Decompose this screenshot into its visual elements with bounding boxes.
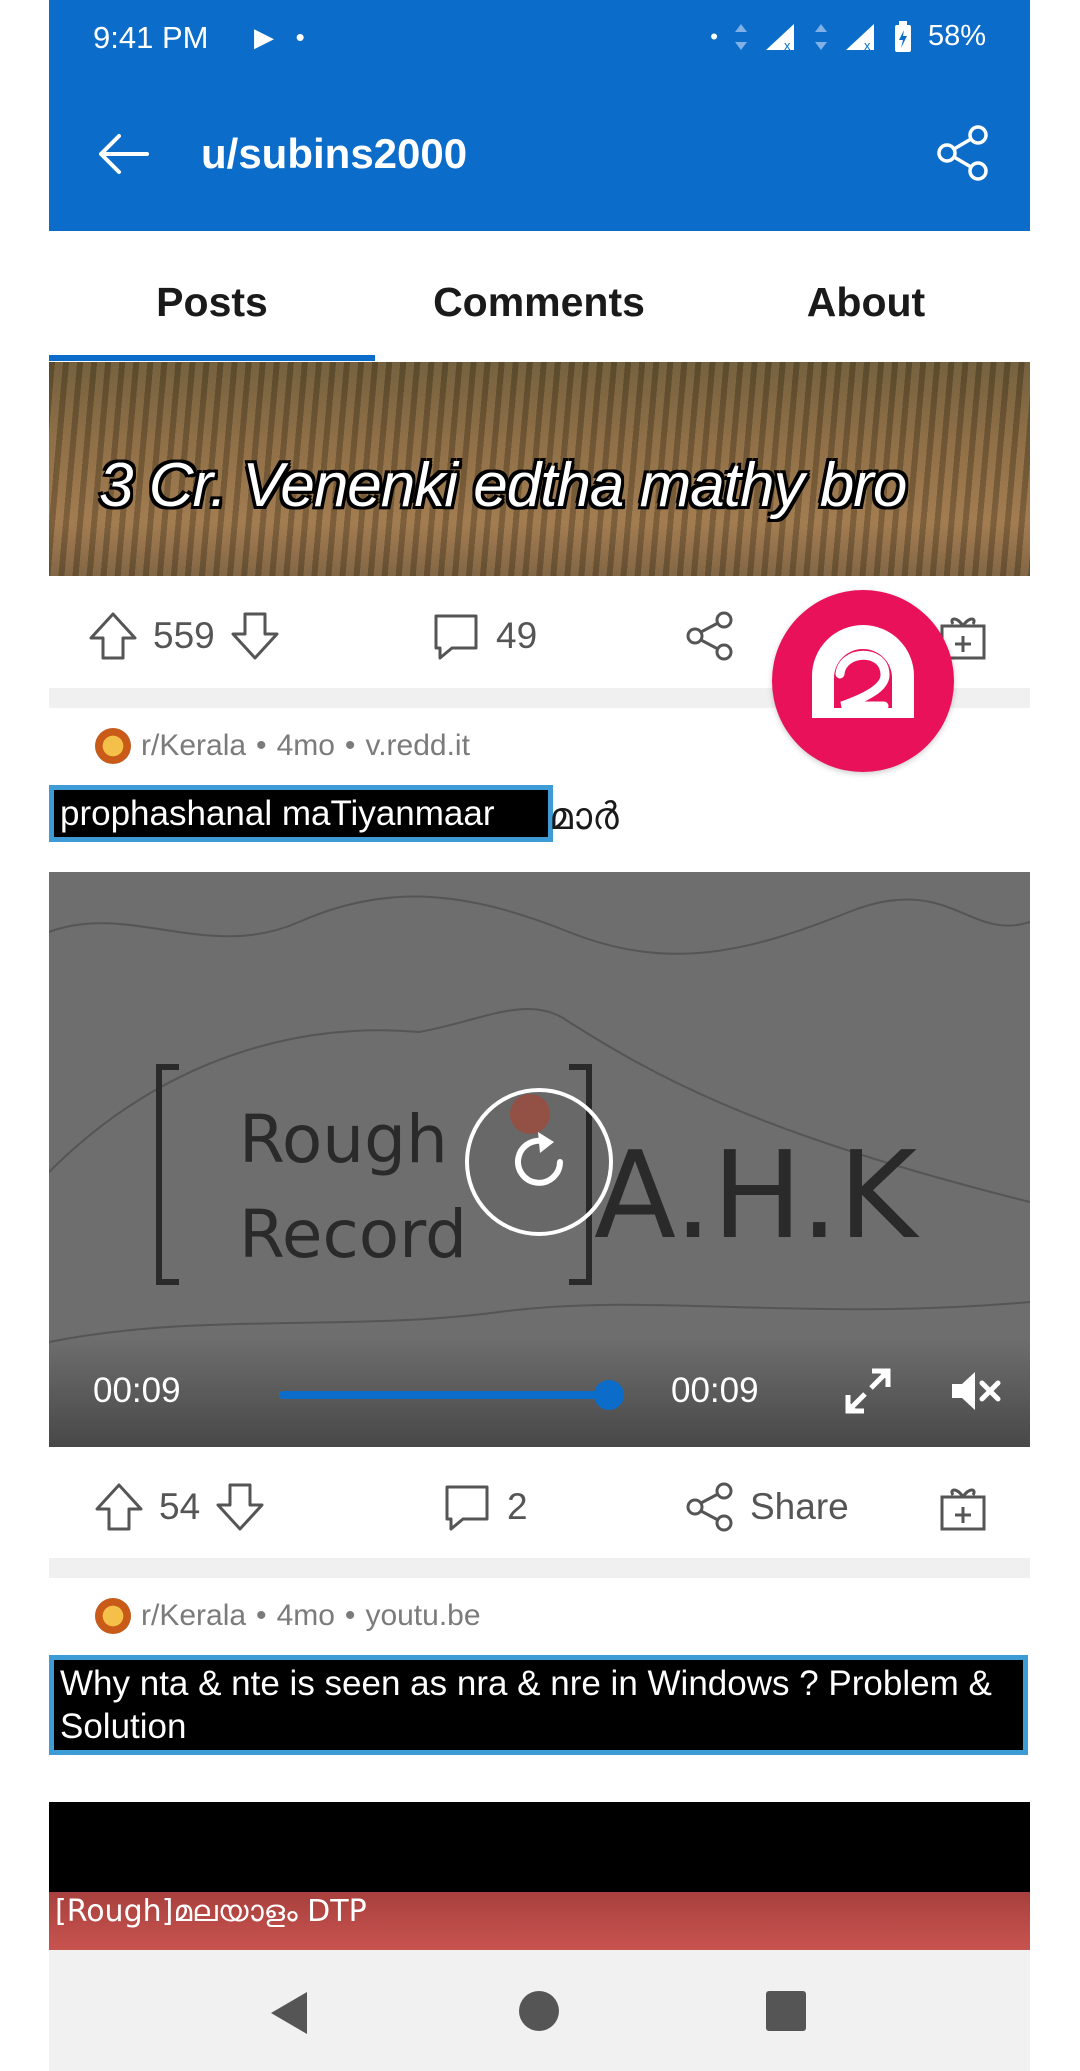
svg-text:x: x: [784, 38, 791, 52]
app-bar: u/subins2000: [49, 80, 1030, 231]
page-title: u/subins2000: [201, 130, 468, 177]
thumbnail-caption: 3 Cr. Venenki edtha mathy bro: [99, 451, 907, 520]
duration-time: 00:09: [671, 1371, 759, 1410]
post-age: 4mo: [276, 729, 335, 762]
video-controls: 00:09 00:09: [49, 1337, 1030, 1447]
comment-icon: [434, 614, 478, 660]
system-nav-bar: [49, 1950, 1030, 2071]
app-frame: 9:41 PM ▶ • • x x 58% u/subins2000 Posts…: [49, 0, 1030, 2071]
data-arrows-icon: [734, 23, 747, 50]
status-right: • x x 58%: [710, 20, 986, 53]
post-thumbnail[interactable]: [Rough]മലയാളം DTP: [49, 1802, 1030, 1950]
subreddit-avatar[interactable]: [95, 1598, 131, 1634]
upvote-count: 54: [159, 1486, 201, 1527]
comments-button[interactable]: 49: [430, 610, 537, 662]
status-time: 9:41 PM: [93, 20, 209, 55]
floating-app-badge[interactable]: [772, 590, 954, 772]
post-separator: [49, 1558, 1030, 1578]
watermark-line1: Rough: [239, 1101, 448, 1178]
share-icon[interactable]: [934, 124, 992, 182]
nav-back-icon[interactable]: [267, 1990, 311, 2036]
upvote-icon[interactable]: [87, 610, 139, 662]
seekbar-progress: [279, 1391, 609, 1399]
comment-count: 2: [507, 1486, 528, 1527]
downvote-icon[interactable]: [229, 610, 281, 662]
profile-tabs: Posts Comments About: [49, 231, 1030, 363]
elapsed-time: 00:09: [93, 1371, 181, 1410]
status-notification-icons: ▶ •: [254, 22, 305, 52]
comment-count: 49: [496, 615, 538, 656]
upvote-icon[interactable]: [93, 1481, 145, 1533]
vote-group: 559: [87, 610, 281, 662]
tab-comments[interactable]: Comments: [376, 279, 702, 326]
thumbnail-text: [Rough]മലയാളം DTP: [55, 1894, 367, 1929]
mute-icon[interactable]: [949, 1367, 1001, 1415]
vote-group: 54: [93, 1481, 266, 1533]
nav-home-icon[interactable]: [518, 1990, 560, 2032]
post-meta: r/Kerala • 4mo • youtu.be: [95, 1598, 481, 1634]
share-label: Share: [750, 1486, 849, 1527]
seekbar-thumb[interactable]: [594, 1380, 624, 1410]
nav-recents-icon[interactable]: [765, 1990, 807, 2032]
signal-icon: x: [765, 23, 794, 52]
share-icon: [686, 611, 733, 661]
post-age: 4mo: [276, 1599, 335, 1632]
subreddit-avatar[interactable]: [95, 728, 131, 764]
video-player[interactable]: Rough Record A.H.K 00:09 00:09: [49, 872, 1030, 1447]
post-domain[interactable]: v.redd.it: [365, 729, 470, 763]
watermark-line2: Record: [239, 1196, 467, 1273]
watermark-mark: A.H.K: [594, 1127, 920, 1266]
share-button[interactable]: [684, 610, 736, 662]
badge-logo-icon: [812, 625, 914, 718]
tab-about[interactable]: About: [703, 279, 1029, 326]
signal-icon: x: [845, 23, 874, 52]
post-domain[interactable]: youtu.be: [365, 1599, 480, 1633]
svg-text:x: x: [864, 38, 871, 52]
back-arrow-icon[interactable]: [93, 124, 153, 184]
share-icon: [686, 1482, 733, 1532]
downvote-icon[interactable]: [214, 1481, 266, 1533]
data-arrows-icon: [814, 23, 827, 50]
gift-icon: [940, 1488, 986, 1531]
video-seekbar[interactable]: [279, 1380, 624, 1410]
comment-icon: [445, 1485, 489, 1531]
dot-icon: •: [710, 23, 718, 49]
battery-icon: [894, 20, 911, 52]
comments-button[interactable]: 2: [441, 1481, 528, 1533]
post-title-highlight[interactable]: prophashanal maTiyanmaar: [49, 785, 553, 842]
subreddit-name[interactable]: r/Kerala: [141, 729, 246, 763]
post-meta: r/Kerala • 4mo • v.redd.it: [95, 728, 470, 764]
post-thumbnail[interactable]: 3 Cr. Venenki edtha mathy bro: [49, 362, 1030, 576]
upvote-count: 559: [153, 615, 215, 656]
fullscreen-icon[interactable]: [844, 1367, 892, 1415]
replay-icon[interactable]: [464, 1087, 614, 1237]
post-action-bar: 54 2 Share: [49, 1455, 1030, 1555]
post-title-highlight[interactable]: Why nta & nte is seen as nra & nre in Wi…: [49, 1655, 1028, 1755]
tab-posts[interactable]: Posts: [49, 279, 375, 361]
share-button[interactable]: Share: [684, 1481, 849, 1533]
subreddit-name[interactable]: r/Kerala: [141, 1599, 246, 1633]
award-button[interactable]: [937, 1481, 989, 1533]
status-bar: 9:41 PM ▶ • • x x 58%: [49, 0, 1030, 80]
battery-percent: 58%: [927, 20, 986, 52]
post-title-remainder[interactable]: മാർ: [549, 796, 619, 839]
